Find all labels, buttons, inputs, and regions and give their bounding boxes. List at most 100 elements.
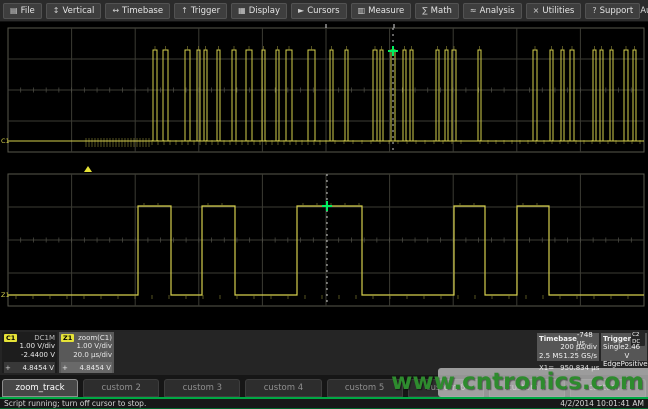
menu-label: Analysis [480,6,515,16]
c1-pulse [403,50,406,141]
menu-utilities-button[interactable]: ×Utilities [526,3,582,19]
tab-zoom_track[interactable]: zoom_track [2,379,78,397]
trigger-icon: ↑ [181,7,188,15]
c1-pulse [163,50,168,141]
c1-pulse [308,50,315,141]
z1-source: zoom(C1) [78,334,112,342]
vertical-icon: ↕ [53,7,60,15]
trigger-mode: Single [603,343,625,360]
support-icon: ? [592,7,596,15]
zoom-z1-descriptor[interactable]: Z1 zoom(C1) 1.00 V/div 20.0 µs/div + 4.8… [59,332,114,373]
z1-cursor-readout: 4.8454 V [79,364,111,372]
c1-pulse [262,50,265,141]
c1-pulse [276,50,279,141]
z1-trace-label: Z1 [1,291,10,299]
menu-label: Trigger [191,6,220,16]
tab-custom-3[interactable]: custom 3 [164,379,240,397]
track-cursor-icon: + [5,364,11,372]
menu-timebase-button[interactable]: ↔Timebase [105,3,170,19]
file-icon: ▤ [10,7,18,15]
channel-c1-descriptor[interactable]: C1 DC1M 1.00 V/div -2.4400 V + 4.8454 V [2,332,57,373]
menu-bar: ▤File↕Vertical↔Timebase↑Trigger▦Display►… [0,0,648,22]
menu-display-button[interactable]: ▦Display [231,3,287,19]
c1-pulse [286,50,292,141]
c1-pulse [633,50,636,141]
c1-badge: C1 [4,334,17,342]
c1-pulse [373,50,377,141]
status-message: Script running; turn off cursor to stop. [4,399,146,408]
c1-pulse [593,50,596,141]
timebase-title: Timebase [539,335,577,343]
trigger-level: 2.46 V [625,343,645,360]
tab-custom-2[interactable]: custom 2 [83,379,159,397]
tab-custom-4[interactable]: custom 4 [245,379,321,397]
timebase-scale: 200 µs/div [560,343,597,352]
menu-file-button[interactable]: ▤File [3,3,42,19]
waveform-area: C1 Z1 [0,22,648,330]
c1-cursor-readout: 4.8454 V [22,364,54,372]
c1-pulse [185,50,190,141]
status-bar: Script running; turn off cursor to stop.… [0,397,648,409]
menu-label: Timebase [122,6,163,16]
menu-label: Support [600,6,634,16]
c1-offset: -2.4400 V [4,351,55,360]
menu-cursors-button[interactable]: ►Cursors [291,3,347,19]
menu-support-button[interactable]: ? Support [585,3,640,19]
c1-pulse [246,50,252,141]
menu-label: File [21,6,35,16]
oscilloscope-screen: ▤File↕Vertical↔Timebase↑Trigger▦Display►… [0,0,648,409]
menu-vertical-button[interactable]: ↕Vertical [46,3,102,19]
c1-pulse [345,50,348,141]
c1-pulse [570,50,574,141]
c1-pulse [600,50,603,141]
menu-label: Cursors [307,6,339,16]
c1-pulse [217,50,220,141]
trigger-title: Trigger [603,335,631,343]
c1-pulse [610,50,613,141]
c1-coupling: DC1M [34,334,55,342]
menu-label: Vertical [63,6,95,16]
c1-pulse [436,50,439,141]
menu-analysis-button[interactable]: ≈Analysis [463,3,522,19]
track-cursor-icon: + [62,364,68,372]
timebase-descriptor[interactable]: Timebase -748 µs 200 µs/div 2.5 MS 1.25 … [537,333,599,361]
trigger-delay-marker [84,166,92,172]
timebase-samples: 2.5 MS [539,352,563,361]
c1-pulse [452,50,456,141]
math-icon: ∑ [422,7,427,15]
c1-pulse [153,50,157,141]
menu-label: Measure [368,6,404,16]
measure-icon: ▥ [358,7,366,15]
c1-pulse [232,50,236,141]
timebase-rate: 1.25 GS/s [563,352,597,361]
c1-pulse [330,50,333,141]
c1-pulse [624,50,628,141]
watermark: www.cntronics.com [391,369,644,395]
timebase-icon: ↔ [112,7,119,15]
z1-scale: 1.00 V/div [61,342,112,351]
status-datetime: 4/2/2014 10:01:41 AM [560,399,644,408]
autoset-button[interactable]: Autoset [640,6,648,16]
menu-math-button[interactable]: ∑ Math [415,3,459,19]
menu-trigger-button[interactable]: ↑Trigger [174,3,227,19]
menu-measure-button[interactable]: ▥Measure [351,3,412,19]
trigger-descriptor[interactable]: Trigger C2 DC Single 2.46 V Edge Positiv… [601,333,647,361]
menu-label: Math [431,6,452,16]
c1-pulse [380,50,383,141]
analysis-icon: ≈ [470,7,477,15]
c1-pulse [533,50,537,141]
z1-badge: Z1 [61,334,74,342]
utilities-icon: × [533,7,540,15]
c1-pulse [204,50,207,141]
c1-pulse [478,50,481,141]
c1-pulse [445,50,448,141]
c1-pulse [561,50,564,141]
c1-scale: 1.00 V/div [4,342,55,351]
z1-timebase: 20.0 µs/div [61,351,112,360]
menu-items: ▤File↕Vertical↔Timebase↑Trigger▦Display►… [3,3,640,19]
c1-trace-label: C1 [1,137,10,145]
waveform-display: C1 Z1 [0,22,648,330]
menu-label: Display [249,6,280,16]
cursors-icon: ► [298,7,304,15]
menu-label: Utilities [542,6,574,16]
